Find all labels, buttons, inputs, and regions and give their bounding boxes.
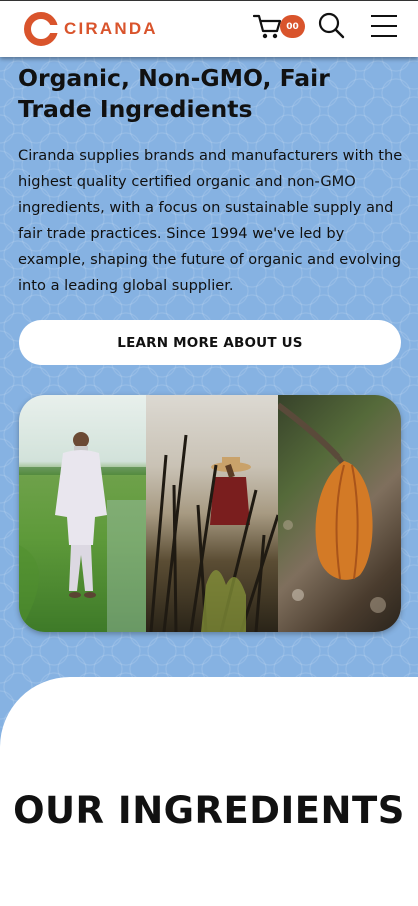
cart-icon[interactable] — [253, 13, 283, 41]
site-header: CIRANDA 00 — [0, 0, 418, 57]
harvest-illustration — [149, 434, 278, 632]
hero-image-collage — [19, 395, 401, 632]
farmer-illustration — [19, 432, 146, 632]
farmer-in-field-image — [19, 395, 146, 632]
logo-text: CIRANDA — [64, 19, 158, 38]
learn-more-button[interactable]: LEARN MORE ABOUT US — [19, 320, 401, 365]
hero-section: Organic, Non-GMO, Fair Trade Ingredients… — [0, 57, 418, 747]
cacao-pod-image — [278, 395, 401, 632]
ingredients-section: OUR INGREDIENTS — [0, 677, 418, 906]
cart-count-badge[interactable]: 00 — [280, 15, 305, 38]
ciranda-logo-icon — [24, 12, 59, 46]
menu-icon[interactable] — [370, 13, 398, 39]
hero-title: Organic, Non-GMO, Fair Trade Ingredients — [18, 64, 330, 123]
ingredients-title: OUR INGREDIENTS — [13, 789, 405, 832]
cacao-illustration — [278, 402, 386, 613]
hero-description: Ciranda supplies brands and manufacturer… — [18, 147, 403, 294]
search-icon[interactable] — [318, 12, 345, 39]
logo[interactable]: CIRANDA — [23, 11, 158, 47]
worker-harvesting-image — [146, 395, 278, 632]
